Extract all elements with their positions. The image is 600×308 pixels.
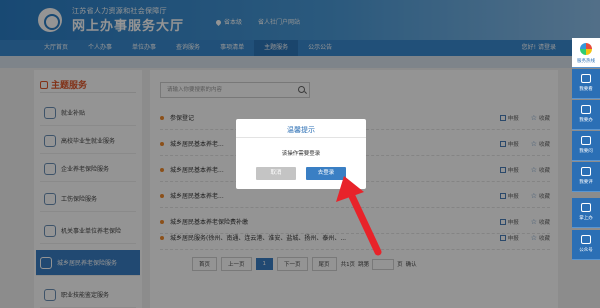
dock-mobile[interactable]: 掌上办 [572, 198, 600, 228]
app-logo-icon [580, 43, 592, 55]
view-icon [581, 74, 591, 83]
dock-rate[interactable]: 我要评 [572, 162, 600, 192]
wechat-icon [581, 235, 591, 244]
dialog-message: 该操作需要登录 [281, 151, 321, 157]
dock-handle[interactable]: 我要办 [572, 100, 600, 130]
question-icon [581, 136, 591, 145]
dialog-title: 温馨提示 [287, 126, 315, 134]
dock-wechat[interactable]: 公众号 [572, 230, 600, 260]
mobile-icon [581, 203, 591, 212]
dock-ask[interactable]: 我要问 [572, 131, 600, 161]
right-dock: 服务热线 我要看 我要办 我要问 我要评 掌上办 公众号 [572, 38, 600, 268]
handle-icon [581, 105, 591, 114]
red-arrow-annotation-icon [336, 176, 382, 256]
dock-view[interactable]: 我要看 [572, 69, 600, 99]
dialog-divider [236, 137, 366, 138]
cancel-button[interactable]: 取消 [256, 167, 296, 180]
rate-icon [581, 167, 591, 176]
dock-hotline[interactable]: 服务热线 [572, 38, 600, 68]
